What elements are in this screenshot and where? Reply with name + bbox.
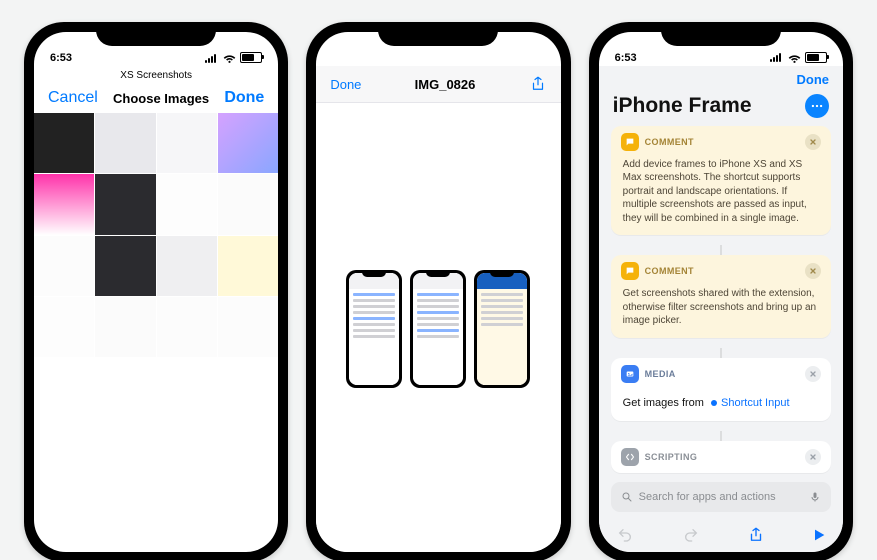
comment-action-card[interactable]: COMMENT Add device frames to iPhone XS a… [611, 126, 831, 236]
preview-filename: IMG_0826 [415, 77, 476, 92]
comment-text[interactable]: Add device frames to iPhone XS and XS Ma… [611, 158, 831, 236]
done-button[interactable]: Done [796, 72, 829, 87]
cellular-icon [770, 52, 784, 62]
mini-phone [346, 270, 402, 388]
media-action-card[interactable]: MEDIA Get images from Shortcut Input [611, 358, 831, 421]
action-label: SCRIPTING [645, 452, 698, 462]
notch [378, 22, 498, 46]
cellular-icon [205, 53, 219, 63]
phone-mockup-1: 6:53 XS Screenshots Cancel Choose Images… [24, 22, 288, 560]
undo-icon [615, 527, 635, 543]
close-icon [809, 370, 817, 378]
delete-action-button[interactable] [805, 366, 821, 382]
screen-choose-images: 6:53 XS Screenshots Cancel Choose Images… [34, 32, 278, 552]
photo-thumb[interactable] [157, 113, 217, 173]
wifi-icon [223, 51, 236, 64]
preview-nav: Done IMG_0826 [316, 66, 560, 103]
mini-phone [474, 270, 530, 388]
delete-action-button[interactable] [805, 134, 821, 150]
editor-nav: Done [599, 66, 843, 94]
close-icon [809, 138, 817, 146]
phone-mockup-2: .. Done IMG_0826 [306, 22, 570, 560]
scripting-icon [621, 448, 639, 466]
photo-thumb[interactable] [34, 297, 94, 357]
notch [661, 22, 781, 46]
screen-preview: .. Done IMG_0826 [316, 32, 560, 552]
share-button[interactable] [529, 75, 547, 93]
cancel-button[interactable]: Cancel [48, 89, 98, 107]
photo-thumb[interactable] [95, 174, 155, 234]
comment-text[interactable]: Get screenshots shared with the extensio… [611, 287, 831, 338]
photo-thumb[interactable] [34, 174, 94, 234]
photo-grid[interactable] [34, 113, 278, 357]
done-button[interactable]: Done [330, 77, 361, 92]
status-time: 6:53 [615, 52, 637, 64]
status-indicators [770, 51, 827, 64]
search-placeholder: Search for apps and actions [639, 491, 803, 503]
flow-connector [611, 348, 831, 358]
status-indicators [205, 51, 262, 64]
scripting-action-card[interactable]: SCRIPTING [611, 441, 831, 473]
photo-thumb[interactable] [157, 174, 217, 234]
photo-thumb[interactable] [157, 236, 217, 296]
share-icon [747, 526, 765, 544]
wifi-icon [788, 51, 801, 64]
comment-action-card[interactable]: COMMENT Get screenshots shared with the … [611, 255, 831, 338]
play-icon [811, 527, 827, 543]
preview-canvas[interactable] [316, 103, 560, 552]
battery-icon [240, 52, 262, 63]
search-field[interactable]: Search for apps and actions [611, 482, 831, 512]
album-name: XS Screenshots [34, 70, 278, 81]
photo-thumb[interactable] [218, 297, 278, 357]
comment-icon [621, 262, 639, 280]
action-label: COMMENT [645, 137, 694, 147]
shortcut-title: iPhone Frame [613, 94, 752, 118]
share-icon [529, 75, 547, 93]
photo-thumb[interactable] [34, 236, 94, 296]
flow-connector [611, 245, 831, 255]
photo-thumb[interactable] [34, 113, 94, 173]
notch [96, 22, 216, 46]
close-icon [809, 267, 817, 275]
more-icon [810, 99, 824, 113]
search-icon [621, 491, 633, 503]
phone-mockup-3: 6:53 Done iPhone Frame [589, 22, 853, 560]
close-icon [809, 453, 817, 461]
share-shortcut-button[interactable] [747, 526, 765, 544]
settings-button[interactable] [805, 94, 829, 118]
photo-thumb[interactable] [157, 297, 217, 357]
photo-thumb[interactable] [218, 236, 278, 296]
action-label: MEDIA [645, 369, 676, 379]
undo-button[interactable] [615, 527, 635, 543]
done-button[interactable]: Done [224, 89, 264, 107]
screen-shortcut-editor: 6:53 Done iPhone Frame [599, 32, 843, 552]
picker-title: Choose Images [113, 91, 209, 106]
mic-icon[interactable] [809, 490, 821, 504]
photo-thumb[interactable] [218, 174, 278, 234]
variable-token[interactable]: Shortcut Input [721, 397, 790, 409]
picker-header: Cancel Choose Images Done [34, 83, 278, 113]
mini-phone [410, 270, 466, 388]
variable-dot-icon [711, 400, 717, 406]
delete-action-button[interactable] [805, 263, 821, 279]
redo-button[interactable] [681, 527, 701, 543]
editor-toolbar [599, 518, 843, 552]
media-icon [621, 365, 639, 383]
status-time: 6:53 [50, 52, 72, 64]
photo-thumb[interactable] [95, 297, 155, 357]
action-description: Get images from Shortcut Input [611, 390, 831, 421]
run-button[interactable] [811, 527, 827, 543]
comment-icon [621, 133, 639, 151]
photo-thumb[interactable] [218, 113, 278, 173]
battery-icon [805, 52, 827, 63]
photo-thumb[interactable] [95, 113, 155, 173]
action-label: COMMENT [645, 266, 694, 276]
redo-icon [681, 527, 701, 543]
photo-thumb[interactable] [95, 236, 155, 296]
delete-action-button[interactable] [805, 449, 821, 465]
flow-connector [611, 431, 831, 441]
